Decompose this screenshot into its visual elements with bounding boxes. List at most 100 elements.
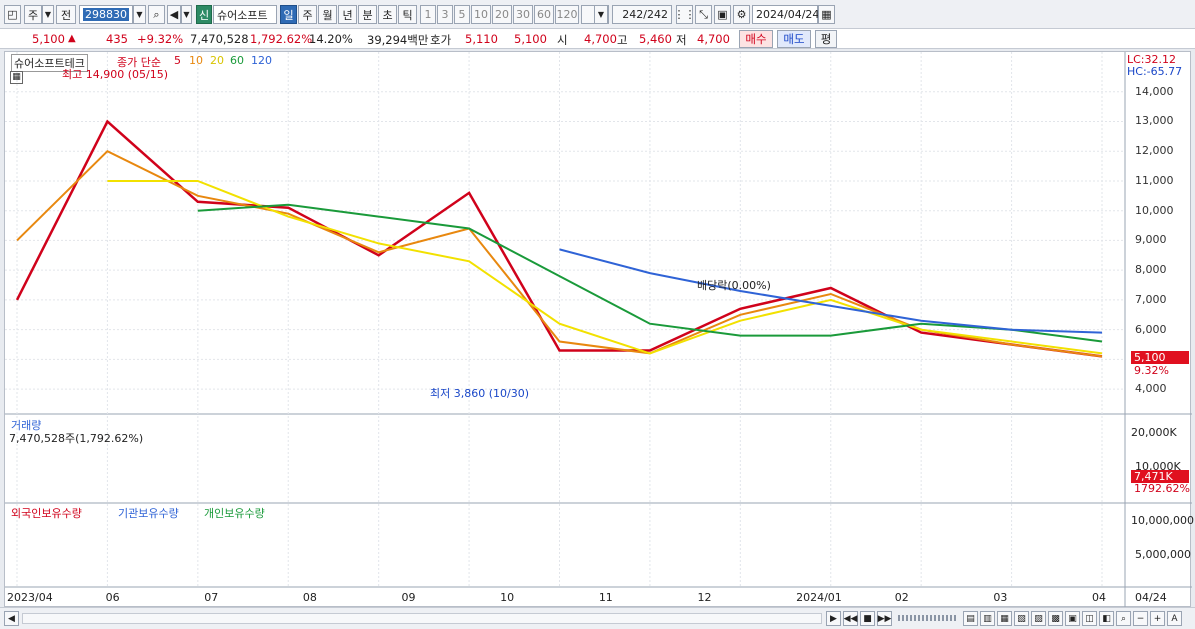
save-icon[interactable]: ▣ <box>714 5 731 24</box>
period-tab-minute[interactable]: 분 <box>358 5 377 24</box>
custom-interval-dropdown-icon[interactable]: ▼ <box>594 5 608 24</box>
date-field[interactable]: 2024/04/24 <box>752 5 820 24</box>
date-value: 2024/04/24 <box>756 8 820 21</box>
dividend-annotation: 배당락(0.00%) <box>697 279 771 292</box>
interval-button[interactable]: 30 <box>513 5 533 24</box>
period-tab-label: 일 <box>283 8 294 22</box>
layout5-icon[interactable]: ▨ <box>1031 611 1046 626</box>
count-field[interactable]: 242/242 <box>612 5 672 24</box>
period-tab-label: 주 <box>302 8 313 22</box>
layout7-icon[interactable]: ▣ <box>1065 611 1080 626</box>
horizontal-scrollbar[interactable] <box>22 613 822 624</box>
scroll-right-icon[interactable]: ▶ <box>826 611 841 626</box>
interval-label: 30 <box>516 8 530 21</box>
x-axis-label: 07 <box>204 591 219 604</box>
interval-button[interactable]: 60 <box>534 5 554 24</box>
period-tab-label: 월 <box>322 8 333 22</box>
interval-button[interactable]: 1 <box>420 5 436 24</box>
foreign-holdings-label[interactable]: 외국인보유수량 <box>11 505 82 521</box>
buy-button[interactable]: 매수 <box>739 30 773 48</box>
price-ytick: 10,000 <box>1135 203 1174 217</box>
speaker-icon[interactable]: ◀ <box>167 5 181 24</box>
table-icon[interactable]: ▦ <box>10 71 23 84</box>
fast-forward-icon[interactable]: ▶▶ <box>877 611 892 626</box>
up-arrow-icon: ▲ <box>68 33 76 44</box>
window-icon[interactable]: ◰ <box>4 5 21 24</box>
speed-slider[interactable] <box>898 615 958 621</box>
speaker-dropdown-icon[interactable]: ▼ <box>181 5 192 24</box>
interval-label: 5 <box>458 8 466 21</box>
ma20-label: 20 <box>210 54 224 67</box>
x-axis-label: 2024/01 <box>796 591 842 604</box>
period-tab-week[interactable]: 주 <box>298 5 317 24</box>
font-size-icon[interactable]: A <box>1167 611 1182 626</box>
stock-name-field[interactable]: 슈어소프트 <box>213 5 277 24</box>
bottom-scroll-bar: ◀ ▶ ◀◀ ■ ▶▶ ▤ ▥ ▦ ▧ ▨ ▩ ▣ ◫ ◧ ⌕ − + A <box>0 607 1195 629</box>
chart-canvas[interactable] <box>5 52 1192 608</box>
crosshair-icon[interactable]: ⤡ <box>695 5 712 24</box>
high-price: 5,460 <box>639 32 672 46</box>
scroll-left-icon[interactable]: ◀ <box>4 611 19 626</box>
layout8-icon[interactable]: ◫ <box>1082 611 1097 626</box>
interval-button[interactable]: 3 <box>437 5 453 24</box>
period-dropdown-icon[interactable]: ▼ <box>42 5 54 24</box>
trade-amount: 39,294백만 <box>367 33 429 47</box>
interval-button[interactable]: 10 <box>471 5 491 24</box>
institution-holdings-label[interactable]: 기관보유수량 <box>118 505 179 521</box>
layout3-icon[interactable]: ▦ <box>997 611 1012 626</box>
period-tab-month[interactable]: 월 <box>318 5 337 24</box>
interval-button[interactable]: 20 <box>492 5 512 24</box>
x-axis-label: 03 <box>993 591 1008 604</box>
x-axis-label: 11 <box>598 591 613 604</box>
price-ytick: 7,000 <box>1135 292 1167 306</box>
eval-label: 평 <box>820 32 832 46</box>
stock-code-input[interactable]: 298830 <box>79 5 133 24</box>
code-dropdown-icon[interactable]: ▼ <box>133 5 146 24</box>
stop-icon[interactable]: ■ <box>860 611 875 626</box>
period-label: 주 <box>27 8 39 22</box>
layout2-icon[interactable]: ▥ <box>980 611 995 626</box>
layout1-icon[interactable]: ▤ <box>963 611 978 626</box>
x-axis-label: 10 <box>500 591 515 604</box>
interval-button[interactable]: 120 <box>555 5 579 24</box>
rewind-icon[interactable]: ◀◀ <box>843 611 858 626</box>
low-label: 저 <box>676 33 687 47</box>
volume-tag-pct: 1792.62% <box>1134 482 1190 495</box>
chart-area[interactable]: 슈어소프트테크 종가 단순 5 10 20 60 120 ▦ 최고 14,900… <box>4 51 1194 608</box>
period-tab-label: 초 <box>382 8 393 22</box>
layout6-icon[interactable]: ▩ <box>1048 611 1063 626</box>
zoom-in-icon[interactable]: + <box>1150 611 1165 626</box>
price-ytick: 9,000 <box>1135 233 1167 247</box>
price-ytick: 8,000 <box>1135 263 1167 277</box>
pct-tag: 9.32% <box>1134 364 1169 377</box>
eval-button[interactable]: 평 <box>815 30 837 48</box>
zoom-icon[interactable]: ⌕ <box>1116 611 1131 626</box>
grid-icon[interactable]: ⋮⋮ <box>674 5 696 24</box>
interval-button[interactable]: 5 <box>454 5 470 24</box>
hc-label: HC:-65.77 <box>1127 65 1183 78</box>
x-axis-label: 02 <box>894 591 909 604</box>
individual-holdings-label[interactable]: 개인보유수량 <box>204 505 265 521</box>
period-tab-year[interactable]: 년 <box>338 5 357 24</box>
high-annotation: 최고 14,900 (05/15) <box>62 68 169 81</box>
search-icon[interactable]: ⌕ <box>148 5 165 24</box>
zoom-out-icon[interactable]: − <box>1133 611 1148 626</box>
volume-ytick: 20,000K <box>1131 426 1177 439</box>
layout9-icon[interactable]: ◧ <box>1099 611 1114 626</box>
period-tab-second[interactable]: 초 <box>378 5 397 24</box>
ma120-label: 120 <box>251 54 272 67</box>
turnover: 14.20% <box>309 32 353 46</box>
volume-value: 7,470,528주(1,792.62%) <box>9 432 144 445</box>
period-select[interactable]: 주 <box>24 5 42 24</box>
gear-icon[interactable]: ⚙ <box>733 5 750 24</box>
stock-chart-window: ◰ 주 ▼ 전 298830 ▼ ⌕ ◀ ▼ 신 슈어소프트 일 주 월 년 분… <box>0 0 1195 629</box>
prev-button[interactable]: 전 <box>56 5 76 24</box>
sell-button[interactable]: 매도 <box>777 30 811 48</box>
new-badge[interactable]: 신 <box>196 5 212 24</box>
bid-price-1: 5,110 <box>465 32 498 46</box>
calendar-icon[interactable]: ▦ <box>818 5 835 24</box>
period-tab-day[interactable]: 일 <box>280 5 297 24</box>
layout4-icon[interactable]: ▧ <box>1014 611 1029 626</box>
open-label: 시 <box>557 33 568 47</box>
period-tab-tick[interactable]: 틱 <box>398 5 417 24</box>
